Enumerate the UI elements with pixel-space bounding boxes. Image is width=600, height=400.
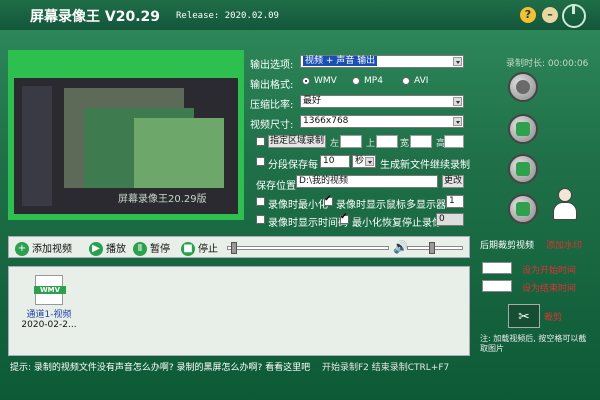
help-icon[interactable]: ? — [520, 7, 536, 23]
pause-icon: Ⅱ — [133, 242, 147, 256]
format-label-wmv: WMV — [314, 76, 337, 86]
minimize-on-record-label: 录像时最小化 — [268, 200, 328, 211]
playback-toolbar: + 添加视频 ▶ 播放 Ⅱ 暂停 ■ 停止 🔊 — [8, 236, 470, 258]
segment-unit-select[interactable]: 秒 — [352, 155, 376, 168]
video-size-select[interactable]: 1366x768 — [300, 115, 464, 128]
crop-hint: 注: 加载视频后, 按空格可以截取图片 — [480, 334, 587, 353]
stop-icon — [516, 162, 530, 176]
settings-panel: 输出选项: 视频 + 声音 输出 输出格式: WMV MP4 AVI 压缩比率:… — [248, 50, 470, 232]
preview-watermark: 屏幕录像王20.29版 — [118, 194, 207, 205]
seek-slider-thumb[interactable] — [231, 242, 237, 254]
stop-value-input[interactable]: 0 — [436, 213, 464, 226]
multi-monitor-input[interactable]: 1 — [446, 195, 464, 208]
every-label: 每 — [308, 160, 318, 171]
region-width-field[interactable] — [410, 135, 432, 148]
play-button[interactable]: ▶ 播放 — [89, 240, 126, 256]
add-watermark-link[interactable]: 添加水印 — [546, 238, 582, 251]
show-timecode-checkbox[interactable] — [256, 215, 265, 224]
speaker-icon[interactable]: 🔊 — [393, 240, 408, 254]
compression-label: 压缩比率: — [250, 100, 294, 111]
output-option-select[interactable]: 视频 + 声音 输出 — [300, 55, 464, 68]
video-file-icon: WMV — [34, 275, 66, 305]
record-button[interactable] — [508, 72, 538, 102]
multi-monitor-label: 多显示器 — [406, 200, 446, 211]
region-button[interactable]: 指定区域录制 — [268, 135, 326, 148]
region-height-field[interactable] — [444, 135, 464, 148]
output-option-label: 输出选项: — [250, 60, 294, 71]
format-radio-mp4[interactable] — [352, 77, 360, 85]
pause-icon — [516, 122, 530, 136]
minimize-restore-stop-checkbox[interactable] — [340, 212, 349, 224]
status-shortcuts: 开始录制F2 结束录制CTRL+F7 — [322, 363, 450, 373]
file-date: 2020-02-2... — [21, 320, 77, 330]
plus-icon: + — [15, 242, 29, 256]
chevron-down-icon — [453, 57, 462, 66]
preview-image: 屏幕录像王20.29版 — [14, 78, 238, 214]
segment-label: 分段保存 — [268, 160, 308, 171]
release-date: Release: 2020.02.09 — [176, 11, 279, 21]
format-label-mp4: MP4 — [364, 76, 383, 86]
support-avatar-icon[interactable] — [552, 188, 578, 220]
compression-select[interactable]: 最好 — [300, 95, 464, 108]
file-name: 通道1-视频 — [26, 310, 72, 320]
title-bar: 屏幕录像王 V20.29 Release: 2020.02.09 ? – — [0, 0, 600, 30]
minimize-on-record-checkbox[interactable] — [256, 197, 265, 206]
record-time: 录制时长: 00:00:06 — [506, 59, 589, 69]
record-icon — [516, 80, 530, 94]
chevron-down-icon — [365, 157, 374, 166]
save-location-input[interactable]: D:\我的视频 — [296, 175, 438, 188]
region-left-field[interactable] — [340, 135, 362, 148]
format-radio-avi[interactable] — [402, 77, 410, 85]
left-label: 左 — [330, 139, 340, 149]
volume-slider[interactable] — [407, 246, 463, 250]
app-title: 屏幕录像王 V20.29 — [30, 9, 160, 25]
volume-slider-thumb[interactable] — [429, 242, 435, 254]
seek-slider[interactable] — [227, 246, 389, 250]
chevron-down-icon — [453, 117, 462, 126]
app-window: 屏幕录像王 V20.29 Release: 2020.02.09 ? – 屏幕录… — [0, 0, 600, 400]
top-label: 上 — [366, 139, 376, 149]
file-list: WMV 通道1-视频 2020-02-2... — [8, 266, 470, 356]
output-format-label: 输出格式: — [250, 80, 294, 91]
status-tip[interactable]: 提示: 录制的视频文件没有声音怎么办啊? 录制的黑屏怎么办啊? 看看这里吧 — [10, 360, 310, 373]
stop-record-button[interactable] — [508, 154, 538, 184]
region-top-field[interactable] — [376, 135, 398, 148]
post-edit-panel: 后期裁剪视频 添加水印 设为开始时间 设为结束时间 ✂ 裁剪 注: 加载视频后,… — [476, 241, 594, 356]
format-radio-wmv[interactable] — [302, 77, 310, 85]
segment-suffix: 生成新文件继续录制 — [380, 160, 470, 171]
minimize-restore-stop-label: 最小化恢复停止录像 — [352, 218, 442, 229]
pause-record-button[interactable] — [508, 114, 538, 144]
set-start-time-link[interactable]: 设为开始时间 — [522, 263, 576, 276]
start-time-field[interactable] — [482, 262, 512, 274]
region-checkbox[interactable] — [256, 137, 265, 146]
show-mouse-checkbox[interactable] — [324, 194, 333, 206]
options-button[interactable] — [508, 194, 538, 224]
minimize-icon[interactable]: – — [542, 7, 558, 23]
segment-input[interactable]: 10 — [320, 155, 350, 168]
screen-preview: 屏幕录像王20.29版 — [8, 50, 244, 220]
segment-checkbox[interactable] — [256, 157, 265, 166]
power-icon[interactable] — [562, 4, 586, 28]
show-timecode-label: 录像时显示时间码 — [268, 218, 348, 229]
crop-icon[interactable]: ✂ — [508, 304, 540, 328]
file-item[interactable]: WMV 通道1-视频 2020-02-2... — [19, 275, 79, 330]
format-label-avi: AVI — [414, 76, 429, 86]
end-time-field[interactable] — [482, 280, 512, 292]
show-mouse-label: 录像时显示鼠标 — [336, 200, 406, 211]
stop-button[interactable]: ■ 停止 — [181, 240, 218, 256]
add-video-button[interactable]: + 添加视频 — [15, 240, 72, 256]
play-icon: ▶ — [89, 242, 103, 256]
options-icon — [516, 202, 530, 216]
change-location-button[interactable]: 更改 — [442, 175, 464, 188]
stop-icon: ■ — [181, 242, 195, 256]
chevron-down-icon — [453, 97, 462, 106]
set-end-time-link[interactable]: 设为结束时间 — [522, 281, 576, 294]
save-location-label: 保存位置 — [256, 181, 296, 192]
crop-label[interactable]: 裁剪 — [544, 310, 562, 323]
post-edit-title: 后期裁剪视频 — [480, 241, 535, 251]
video-size-label: 视频尺寸: — [250, 120, 294, 131]
width-label: 宽 — [400, 139, 410, 149]
pause-button[interactable]: Ⅱ 暂停 — [133, 240, 170, 256]
